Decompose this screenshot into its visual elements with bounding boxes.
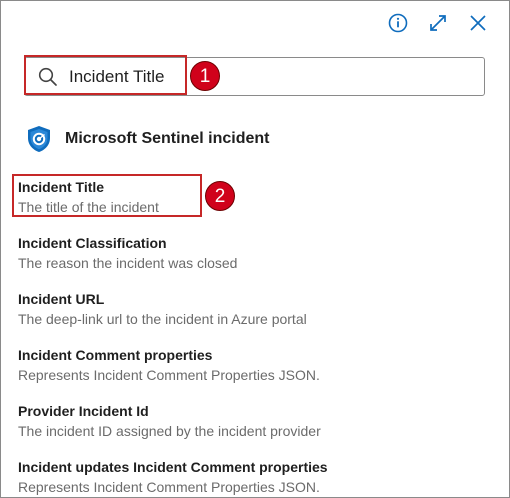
list-item[interactable]: Incident Classification The reason the i… — [18, 234, 488, 272]
item-title: Provider Incident Id — [18, 403, 149, 419]
list-item[interactable]: Provider Incident Id The incident ID ass… — [18, 402, 488, 440]
item-description: Represents Incident Comment Properties J… — [18, 479, 320, 495]
item-description: The deep-link url to the incident in Azu… — [18, 311, 307, 327]
list-item[interactable]: Incident Comment properties Represents I… — [18, 346, 488, 384]
item-title: Incident updates Incident Comment proper… — [18, 459, 328, 475]
info-icon[interactable] — [387, 12, 409, 34]
item-title: Incident Comment properties — [18, 347, 213, 363]
dynamic-content-panel: Incident Title 1 Microsoft Sentinel inci… — [0, 0, 510, 498]
section-title: Microsoft Sentinel incident — [65, 130, 270, 147]
callout-badge-2: 2 — [205, 181, 235, 211]
callout-badge-1: 1 — [190, 61, 220, 91]
search-highlight — [24, 55, 187, 95]
item-title: Incident Classification — [18, 235, 167, 251]
item-description: The incident ID assigned by the incident… — [18, 423, 321, 439]
section-header: Microsoft Sentinel incident — [26, 125, 269, 153]
sentinel-shield-icon — [28, 126, 50, 152]
list-item[interactable]: Incident URL The deep-link url to the in… — [18, 290, 488, 328]
panel-controls — [387, 11, 489, 35]
item-title: Incident URL — [18, 291, 105, 307]
list-item[interactable]: Incident updates Incident Comment proper… — [18, 458, 488, 496]
item-description: Represents Incident Comment Properties J… — [18, 367, 320, 383]
item-highlight — [12, 174, 202, 217]
item-description: The reason the incident was closed — [18, 255, 238, 271]
expand-icon[interactable] — [427, 12, 449, 34]
close-icon[interactable] — [467, 12, 489, 34]
